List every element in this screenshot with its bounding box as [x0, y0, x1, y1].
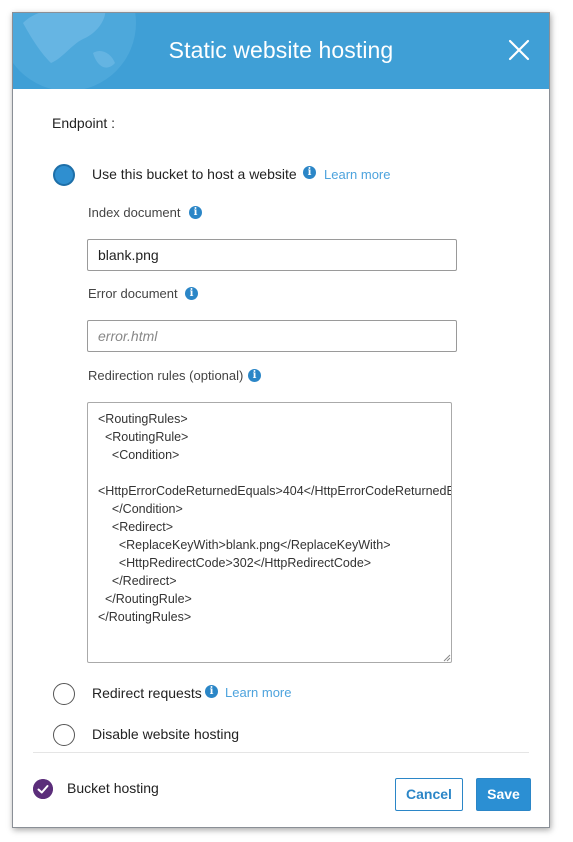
info-icon[interactable]: i: [248, 369, 261, 382]
index-document-input[interactable]: [87, 239, 457, 271]
save-button[interactable]: Save: [476, 778, 531, 811]
error-document-label: Error document: [88, 286, 178, 301]
redirection-rules-textarea[interactable]: <RoutingRules> <RoutingRule> <Condition>…: [87, 402, 452, 663]
error-document-input[interactable]: [87, 320, 457, 352]
disable-hosting-label[interactable]: Disable website hosting: [92, 726, 239, 742]
close-icon[interactable]: [507, 38, 531, 62]
info-icon[interactable]: i: [189, 206, 202, 219]
info-icon[interactable]: i: [303, 166, 316, 179]
footer-divider: [33, 752, 529, 753]
host-website-learn-more-link[interactable]: Learn more: [324, 167, 390, 182]
info-icon[interactable]: i: [205, 685, 218, 698]
static-website-hosting-dialog: Static website hosting Endpoint : Use th…: [12, 12, 550, 828]
host-website-radio[interactable]: [53, 164, 75, 186]
redirect-requests-label[interactable]: Redirect requests: [92, 685, 202, 701]
redirect-requests-radio[interactable]: [53, 683, 75, 705]
dialog-title: Static website hosting: [168, 37, 394, 63]
redirection-rules-label: Redirection rules (optional): [88, 368, 244, 383]
dialog-header: Static website hosting: [13, 13, 549, 89]
info-icon[interactable]: i: [185, 287, 198, 300]
cancel-button[interactable]: Cancel: [395, 778, 463, 811]
resize-grip-icon[interactable]: [443, 654, 451, 662]
redirect-requests-learn-more-link[interactable]: Learn more: [225, 685, 291, 700]
index-document-label: Index document: [88, 205, 181, 220]
endpoint-label: Endpoint :: [52, 115, 116, 131]
check-circle-icon: [33, 779, 53, 799]
disable-hosting-radio[interactable]: [53, 724, 75, 746]
host-website-label[interactable]: Use this bucket to host a website: [92, 166, 297, 182]
bucket-hosting-status-label: Bucket hosting: [67, 780, 159, 796]
